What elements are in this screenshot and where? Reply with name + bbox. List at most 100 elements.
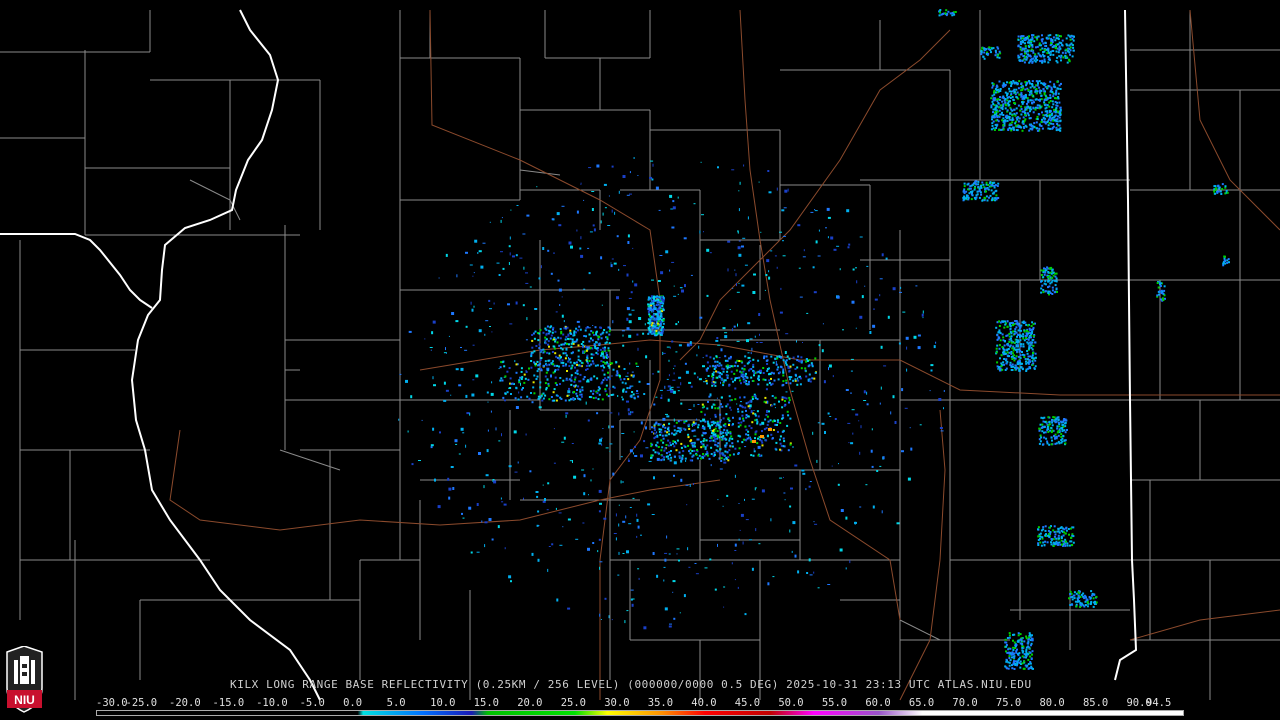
radar-echo-pixel [992, 181, 994, 184]
radar-echo-pixel [515, 254, 518, 257]
radar-echo-pixel [577, 355, 580, 358]
radar-echo-pixel [662, 302, 665, 305]
radar-echo-pixel [490, 392, 494, 396]
radar-echo-pixel [714, 440, 717, 443]
radar-echo-pixel [570, 345, 573, 348]
radar-echo-pixel [758, 313, 761, 316]
radar-echo-pixel [445, 389, 449, 392]
radar-echo-pixel [1039, 537, 1041, 540]
radar-echo-pixel [608, 342, 611, 345]
radar-echo-pixel [1028, 334, 1031, 337]
radar-echo-pixel [508, 262, 510, 265]
radar-echo-pixel [540, 357, 543, 360]
radar-echo-pixel [1046, 266, 1049, 269]
radar-echo-pixel [692, 421, 695, 424]
radar-echo-pixel [789, 443, 792, 446]
radar-echo-pixel [547, 249, 550, 252]
radar-echo-pixel [796, 366, 799, 369]
radar-echo-pixel [800, 356, 803, 359]
radar-echo-pixel [549, 326, 552, 329]
radar-echo-pixel [1032, 335, 1035, 338]
radar-echo-pixel [794, 378, 797, 381]
radar-echo-pixel [1023, 330, 1026, 333]
radar-echo-pixel [1218, 186, 1221, 189]
radar-echo-pixel [683, 427, 686, 430]
radar-echo-pixel [1074, 600, 1077, 603]
radar-echo-pixel [600, 337, 603, 340]
radar-echo-pixel [1040, 291, 1043, 294]
radar-echo-pixel [850, 370, 853, 372]
radar-echo-pixel [691, 455, 694, 458]
radar-echo-pixel [1025, 652, 1028, 655]
radar-echo-pixel [726, 429, 729, 432]
radar-echo-pixel [738, 208, 740, 212]
radar-echo-pixel [1037, 82, 1039, 85]
radar-echo-pixel [1019, 48, 1022, 51]
radar-echo-pixel [855, 413, 859, 416]
radar-echo-pixel [653, 426, 656, 429]
radar-echo-pixel [1011, 121, 1014, 124]
radar-echo-pixel [747, 356, 751, 359]
radar-echo-pixel [1047, 428, 1050, 431]
radar-echo-pixel [547, 340, 550, 343]
radar-echo-pixel [616, 372, 619, 375]
radar-echo-pixel [591, 208, 594, 211]
radar-echo-pixel [523, 373, 526, 376]
radar-echo-pixel [508, 367, 511, 369]
radar-echo-pixel [1014, 364, 1017, 367]
radar-echo-pixel [716, 376, 719, 379]
radar-echo-pixel [779, 422, 782, 424]
radar-echo-pixel [945, 9, 948, 12]
radar-echo-pixel [1001, 333, 1004, 336]
radar-echo-pixel [1013, 341, 1016, 344]
radar-echo-pixel [792, 379, 795, 382]
radar-echo-pixel [723, 606, 725, 608]
radar-echo-pixel [1025, 332, 1028, 335]
radar-echo-pixel [653, 476, 655, 480]
radar-echo-pixel [851, 300, 855, 304]
radar-echo-pixel [818, 344, 821, 347]
radar-echo-pixel [585, 364, 588, 367]
radar-echo-pixel [501, 433, 502, 437]
radar-echo-pixel [1047, 430, 1050, 433]
radar-echo-pixel [656, 431, 658, 434]
radar-echo-pixel [608, 366, 611, 369]
radar-echo-pixel [742, 237, 746, 239]
radar-echo-pixel [1009, 659, 1012, 662]
radar-echo-pixel [968, 187, 971, 190]
radar-echo-pixel [965, 194, 968, 197]
radar-echo-pixel [588, 167, 592, 169]
radar-echo-pixel [1031, 99, 1034, 102]
radar-echo-pixel [727, 459, 730, 462]
radar-echo-pixel [500, 251, 503, 253]
radar-echo-pixel [588, 396, 591, 398]
radar-echo-pixel [797, 570, 800, 574]
radar-echo-pixel [812, 431, 814, 435]
radar-echo-pixel [720, 419, 722, 421]
radar-echo-pixel [981, 181, 984, 184]
radar-echo-pixel [626, 327, 630, 331]
radar-echo-pixel [1067, 50, 1070, 53]
radar-echo-pixel [651, 514, 655, 515]
radar-echo-pixel [1039, 423, 1042, 426]
radar-echo-pixel [602, 379, 605, 382]
radar-echo-pixel [656, 315, 659, 318]
radar-echo-pixel [832, 375, 834, 378]
radar-echo-pixel [652, 324, 655, 327]
radar-echo-pixel [762, 378, 765, 381]
radar-echo-pixel [626, 550, 629, 554]
radar-echo-pixel [987, 52, 990, 55]
radar-echo-pixel [752, 454, 755, 457]
radar-echo-pixel [991, 115, 994, 118]
radar-echo-pixel [1038, 127, 1041, 130]
radar-echo-pixel [1042, 528, 1045, 531]
radar-echo-pixel [1033, 59, 1036, 62]
radar-echo-pixel [799, 377, 802, 380]
radar-echo-pixel [763, 400, 766, 403]
radar-echo-pixel [1003, 122, 1006, 125]
radar-echo-pixel [672, 379, 676, 381]
radar-echo-pixel [667, 444, 670, 447]
radar-echo-pixel [1035, 92, 1038, 95]
radar-echo-pixel [704, 413, 706, 416]
radar-echo-pixel [859, 236, 863, 238]
